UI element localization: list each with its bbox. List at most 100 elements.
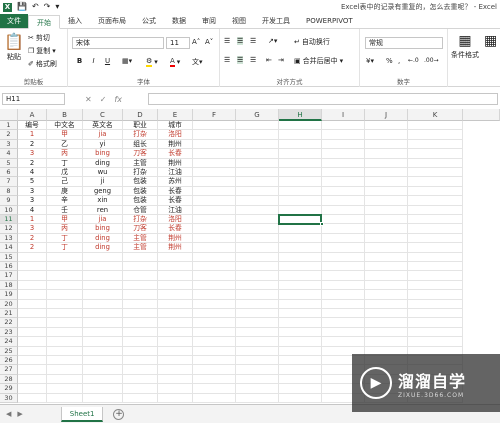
cell-H17[interactable] (279, 271, 322, 281)
cell-F25[interactable] (193, 346, 236, 356)
cell-D24[interactable] (123, 337, 158, 347)
cell-I22[interactable] (322, 318, 365, 328)
cell-F1[interactable] (193, 121, 236, 131)
cell-A10[interactable]: 4 (18, 205, 47, 215)
cell-F14[interactable] (193, 243, 236, 253)
cell-C25[interactable] (83, 346, 123, 356)
comma-icon[interactable]: , (398, 57, 400, 65)
cell-G22[interactable] (236, 318, 279, 328)
row-header-4[interactable]: 4 (0, 149, 18, 159)
cell-A13[interactable]: 2 (18, 233, 47, 244)
row-header-10[interactable]: 10 (0, 205, 18, 215)
cell-A28[interactable] (18, 374, 47, 385)
cell-J20[interactable] (365, 299, 408, 309)
cell-K22[interactable] (408, 318, 463, 328)
cell-E8[interactable]: 长春 (158, 186, 193, 197)
row-header-7[interactable]: 7 (0, 177, 18, 187)
merge-center-button[interactable]: ▣ 合并后居中 ▾ (294, 56, 343, 66)
cell-H7[interactable] (279, 177, 322, 187)
cell-C11[interactable]: jia (83, 215, 123, 225)
cell-G3[interactable] (236, 139, 279, 150)
currency-icon[interactable]: ¥▾ (366, 57, 374, 65)
wrap-text-button[interactable]: ↵ 自动换行 (294, 37, 330, 47)
cell-B11[interactable]: 甲 (47, 215, 83, 225)
cell-J12[interactable] (365, 224, 408, 234)
cell-D17[interactable] (123, 271, 158, 281)
cell-F30[interactable] (193, 393, 236, 403)
cell-F16[interactable] (193, 262, 236, 272)
cell-J18[interactable] (365, 280, 408, 291)
row-header-21[interactable]: 21 (0, 309, 18, 319)
cell-G23[interactable] (236, 327, 279, 338)
row-header-18[interactable]: 18 (0, 280, 18, 291)
cell-A6[interactable]: 4 (18, 168, 47, 178)
cell-I16[interactable] (322, 262, 365, 272)
cell-E16[interactable] (158, 262, 193, 272)
tab-3[interactable]: 页面布局 (90, 14, 134, 28)
cell-A18[interactable] (18, 280, 47, 291)
cell-B29[interactable] (47, 384, 83, 394)
cell-A15[interactable] (18, 252, 47, 262)
cell-J22[interactable] (365, 318, 408, 328)
cell-H4[interactable] (279, 149, 322, 159)
cell-B16[interactable] (47, 262, 83, 272)
cell-E24[interactable] (158, 337, 193, 347)
cell-B19[interactable] (47, 290, 83, 300)
cell-H9[interactable] (279, 196, 322, 206)
cell-F7[interactable] (193, 177, 236, 187)
align-top-icon[interactable]: ☰ (224, 37, 230, 45)
cell-B21[interactable] (47, 309, 83, 319)
cell-G4[interactable] (236, 149, 279, 159)
sheet-next-icon[interactable]: ▶ (17, 410, 22, 418)
conditional-format-button[interactable]: ▦ 条件格式 (451, 33, 479, 60)
cell-H3[interactable] (279, 139, 322, 150)
tab-1[interactable]: 开始 (28, 15, 60, 29)
cell-D10[interactable]: 仓管 (123, 205, 158, 215)
cell-G15[interactable] (236, 252, 279, 262)
cancel-icon[interactable]: ✕ (85, 95, 92, 104)
cell-B7[interactable]: 己 (47, 177, 83, 187)
tab-0[interactable]: 文件 (0, 14, 28, 28)
row-header-8[interactable]: 8 (0, 186, 18, 197)
cell-C30[interactable] (83, 393, 123, 403)
cell-A3[interactable]: 2 (18, 139, 47, 150)
align-bottom-icon[interactable]: ☰ (250, 37, 256, 45)
cell-B13[interactable]: 丁 (47, 233, 83, 244)
cell-G19[interactable] (236, 290, 279, 300)
column-header-B[interactable]: B (47, 109, 83, 121)
cell-D4[interactable]: 刀客 (123, 149, 158, 159)
name-box[interactable]: H11 (2, 93, 65, 105)
decrease-decimal-icon[interactable]: .00→ (424, 57, 439, 64)
cell-B10[interactable]: 壬 (47, 205, 83, 215)
cell-B3[interactable]: 乙 (47, 139, 83, 150)
column-header-J[interactable]: J (365, 109, 408, 121)
cell-C6[interactable]: wu (83, 168, 123, 178)
undo-icon[interactable]: ↶ (32, 3, 39, 11)
cell-F17[interactable] (193, 271, 236, 281)
shrink-font-button[interactable]: A˅ (205, 38, 213, 46)
decrease-indent-icon[interactable]: ⇤ (266, 56, 272, 64)
cell-H6[interactable] (279, 168, 322, 178)
cut-button[interactable]: ✂ 剪切 (28, 33, 50, 43)
tab-4[interactable]: 公式 (134, 14, 164, 28)
copy-button[interactable]: ❐ 复制 ▾ (28, 46, 56, 56)
cell-E10[interactable]: 江油 (158, 205, 193, 215)
cell-A22[interactable] (18, 318, 47, 328)
cell-E22[interactable] (158, 318, 193, 328)
align-center-icon[interactable]: ☰ (237, 56, 244, 64)
cell-G7[interactable] (236, 177, 279, 187)
cell-F11[interactable] (193, 215, 236, 225)
cell-B18[interactable] (47, 280, 83, 291)
cell-K12[interactable] (408, 224, 463, 234)
cell-E5[interactable]: 荆州 (158, 158, 193, 168)
cell-H19[interactable] (279, 290, 322, 300)
cell-D26[interactable] (123, 356, 158, 366)
cell-F24[interactable] (193, 337, 236, 347)
cell-J24[interactable] (365, 337, 408, 347)
cell-A8[interactable]: 3 (18, 186, 47, 197)
row-header-5[interactable]: 5 (0, 158, 18, 168)
row-header-15[interactable]: 15 (0, 252, 18, 262)
align-middle-icon[interactable]: ☰ (237, 37, 244, 45)
cell-D9[interactable]: 包装 (123, 196, 158, 206)
cell-G29[interactable] (236, 384, 279, 394)
